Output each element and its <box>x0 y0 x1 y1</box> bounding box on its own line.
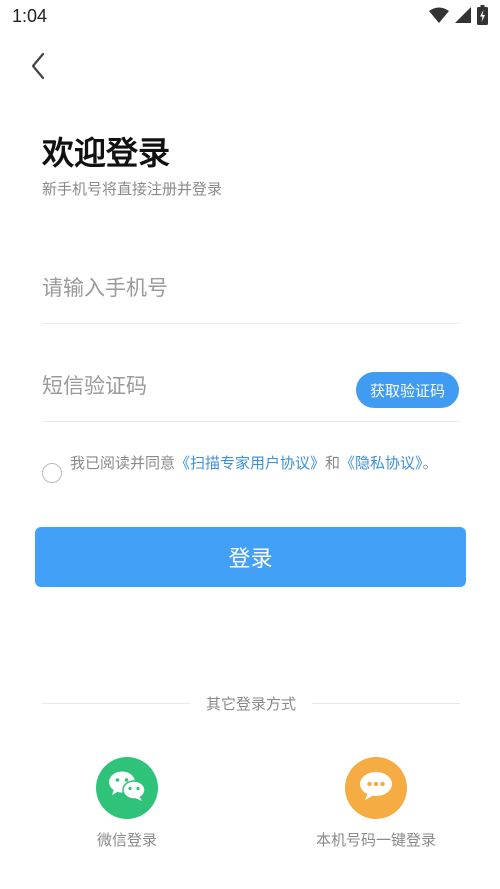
phone-field <box>42 276 460 324</box>
status-bar: 1:04 <box>0 0 500 34</box>
get-code-button[interactable]: 获取验证码 <box>355 372 459 408</box>
phone-input[interactable] <box>42 276 460 300</box>
divider-line-right <box>312 703 460 704</box>
agreement-checkbox[interactable] <box>42 463 62 483</box>
wechat-login-label: 微信登录 <box>96 831 157 849</box>
status-icons <box>429 5 488 29</box>
onekey-login-label: 本机号码一键登录 <box>315 831 436 849</box>
agreement-and: 和 <box>325 454 341 472</box>
wechat-login-button[interactable]: 微信登录 <box>84 757 170 850</box>
wechat-circle <box>96 757 158 819</box>
wifi-icon <box>429 7 449 27</box>
onekey-circle <box>345 757 407 819</box>
status-time: 1:04 <box>12 6 48 26</box>
wechat-icon <box>108 770 146 806</box>
back-button[interactable] <box>22 52 54 84</box>
privacy-policy-link[interactable]: 《隐私协议》 <box>340 454 423 472</box>
battery-charging-icon <box>477 5 488 29</box>
agreement-suffix: 。 <box>422 454 438 472</box>
page-title: 欢迎登录 <box>42 134 171 172</box>
onekey-login-button[interactable]: 本机号码一键登录 <box>306 757 446 850</box>
chat-bubble-icon <box>359 771 393 805</box>
code-field: 获取验证码 <box>42 372 460 422</box>
other-login-divider: 其它登录方式 <box>42 693 460 715</box>
agreement-prefix: 我已阅读并同意 <box>70 454 176 472</box>
agreement-text: 我已阅读并同意《扫描专家用户协议》和《隐私协议》。 <box>70 452 462 474</box>
page-subtitle: 新手机号将直接注册并登录 <box>42 180 223 198</box>
back-arrow-icon <box>30 52 46 84</box>
user-agreement-link[interactable]: 《扫描专家用户协议》 <box>175 454 325 472</box>
login-button[interactable]: 登录 <box>35 527 466 587</box>
signal-icon <box>455 7 471 27</box>
sms-code-input[interactable] <box>42 374 332 398</box>
